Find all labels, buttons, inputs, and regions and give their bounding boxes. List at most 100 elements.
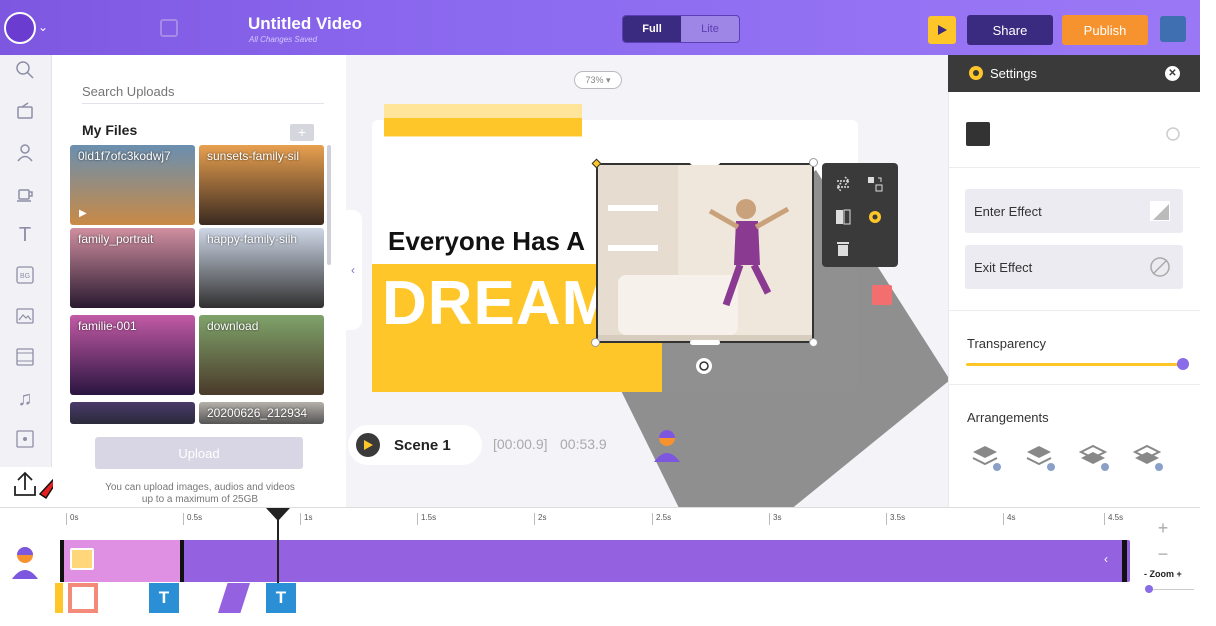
replace-icon[interactable] [866, 175, 884, 193]
resize-handle[interactable] [690, 160, 720, 165]
share-button[interactable]: Share [967, 15, 1053, 45]
resize-handle[interactable] [809, 338, 818, 347]
text-item[interactable]: T [149, 583, 179, 613]
rotate-icon[interactable] [695, 357, 713, 375]
resize-handle[interactable] [809, 158, 818, 167]
zoom-value: 73% [585, 75, 604, 85]
flip-icon[interactable] [834, 208, 852, 226]
dream-text[interactable]: DREAM [382, 268, 614, 339]
tick-label: 3.5s [886, 513, 905, 525]
text-item[interactable]: T [266, 583, 296, 613]
track-end-handle[interactable] [1122, 540, 1127, 582]
resize-handle[interactable] [690, 340, 720, 345]
scrollbar[interactable] [327, 145, 331, 265]
user-avatar[interactable] [1160, 16, 1186, 42]
close-icon[interactable]: ✕ [1165, 66, 1180, 81]
tick-label: 0.5s [183, 513, 202, 525]
character-icon[interactable] [10, 545, 40, 581]
preview-play-button[interactable] [928, 16, 956, 44]
zoom-slider[interactable] [1148, 589, 1194, 590]
image-icon[interactable] [14, 306, 36, 328]
send-backward-icon[interactable] [1077, 440, 1109, 472]
file-thumbnail[interactable] [70, 402, 195, 424]
divider [949, 310, 1200, 311]
exit-effect-label: Exit Effect [974, 259, 1033, 275]
upload-icon[interactable] [12, 470, 38, 500]
new-folder-icon[interactable]: + [290, 124, 314, 141]
file-thumbnail[interactable]: 20200626_212934 [199, 402, 324, 424]
search-uploads-input[interactable] [82, 80, 324, 104]
timeline-track[interactable] [60, 540, 1130, 582]
file-name: download [207, 319, 259, 333]
mode-full-button[interactable]: Full [623, 16, 681, 42]
upload-note: You can upload images, audios and videos… [105, 482, 295, 505]
effects-icon[interactable] [14, 429, 36, 451]
upload-button[interactable]: Upload [95, 437, 303, 469]
mode-lite-button[interactable]: Lite [681, 16, 739, 42]
settings-title: Settings [990, 66, 1037, 81]
chevron-down-icon[interactable]: ⌄ [38, 20, 48, 34]
file-thumbnail[interactable]: familie-001 [70, 315, 195, 395]
swap-icon[interactable] [834, 175, 852, 193]
video-play-icon: ▶ [79, 208, 87, 219]
transparency-slider[interactable] [966, 363, 1184, 366]
bring-to-front-icon[interactable] [969, 440, 1001, 472]
my-files-heading: My Files [82, 122, 138, 138]
copy-icon[interactable] [160, 19, 178, 37]
timeline-item[interactable] [55, 583, 63, 613]
app-logo-icon[interactable] [4, 12, 36, 44]
search-icon[interactable] [14, 60, 36, 82]
file-thumbnail[interactable]: happy-family-silh [199, 228, 324, 308]
cup-icon[interactable] [14, 183, 36, 205]
tick-label: 1.5s [417, 513, 436, 525]
tick-label: 0s [66, 513, 78, 525]
resize-handle[interactable] [591, 338, 600, 347]
trash-icon[interactable] [836, 241, 850, 257]
character-icon[interactable] [652, 428, 682, 464]
zoom-slider-handle[interactable] [1145, 585, 1153, 593]
exit-effect-button[interactable]: Exit Effect [965, 245, 1183, 289]
settings-header [948, 55, 1200, 92]
collapse-panel-button[interactable]: ‹ [344, 210, 362, 330]
canvas-zoom-select[interactable]: 73% ▾ [574, 71, 622, 89]
refresh-icon[interactable] [1164, 125, 1182, 143]
gear-icon[interactable] [866, 208, 884, 226]
zoom-label: - Zoom + [1144, 569, 1182, 579]
file-thumbnail[interactable]: family_portrait [70, 228, 195, 308]
character-icon[interactable] [14, 142, 36, 164]
file-thumbnail[interactable]: sunsets-family-sil [199, 145, 324, 225]
scene-selector[interactable]: Scene 1 [348, 425, 482, 465]
transparency-slider-handle[interactable] [1177, 358, 1189, 370]
color-swatch[interactable] [966, 122, 990, 146]
enter-effect-label: Enter Effect [974, 203, 1042, 219]
enter-effect-button[interactable]: Enter Effect [965, 189, 1183, 233]
file-name: happy-family-silh [207, 232, 298, 246]
tick-label: 2s [534, 513, 546, 525]
headline-text[interactable]: Everyone Has A [388, 226, 585, 257]
text-icon[interactable]: T [14, 224, 36, 246]
file-thumbnail[interactable]: download [199, 315, 324, 395]
add-element-icon[interactable] [872, 285, 892, 305]
bring-forward-icon[interactable] [1023, 440, 1055, 472]
props-icon[interactable] [14, 101, 36, 123]
video-title[interactable]: Untitled Video [248, 14, 362, 34]
zoom-in-button[interactable]: + [1155, 519, 1171, 537]
file-thumbnail[interactable]: 0ld1f7ofc3kodwj7 ▶ [70, 145, 195, 225]
send-to-back-icon[interactable] [1131, 440, 1163, 472]
room-photo [598, 165, 812, 341]
publish-button[interactable]: Publish [1062, 15, 1148, 45]
zoom-out-button[interactable]: − [1155, 545, 1171, 563]
timeline-item[interactable] [68, 583, 98, 613]
total-time: 00:53.9 [560, 436, 607, 452]
selected-image[interactable] [596, 163, 814, 343]
transparency-label: Transparency [967, 336, 1046, 351]
bg-icon[interactable]: BG [14, 265, 36, 287]
chevron-left-icon[interactable]: ‹ [1104, 552, 1108, 566]
scene-play-button[interactable] [356, 433, 380, 457]
clip-thumbnail [70, 548, 94, 570]
mode-toggle[interactable]: Full Lite [622, 15, 740, 43]
music-icon[interactable]: ♫ [14, 388, 36, 410]
play-icon [364, 440, 373, 450]
video-icon[interactable] [14, 347, 36, 369]
file-name: family_portrait [78, 232, 154, 246]
